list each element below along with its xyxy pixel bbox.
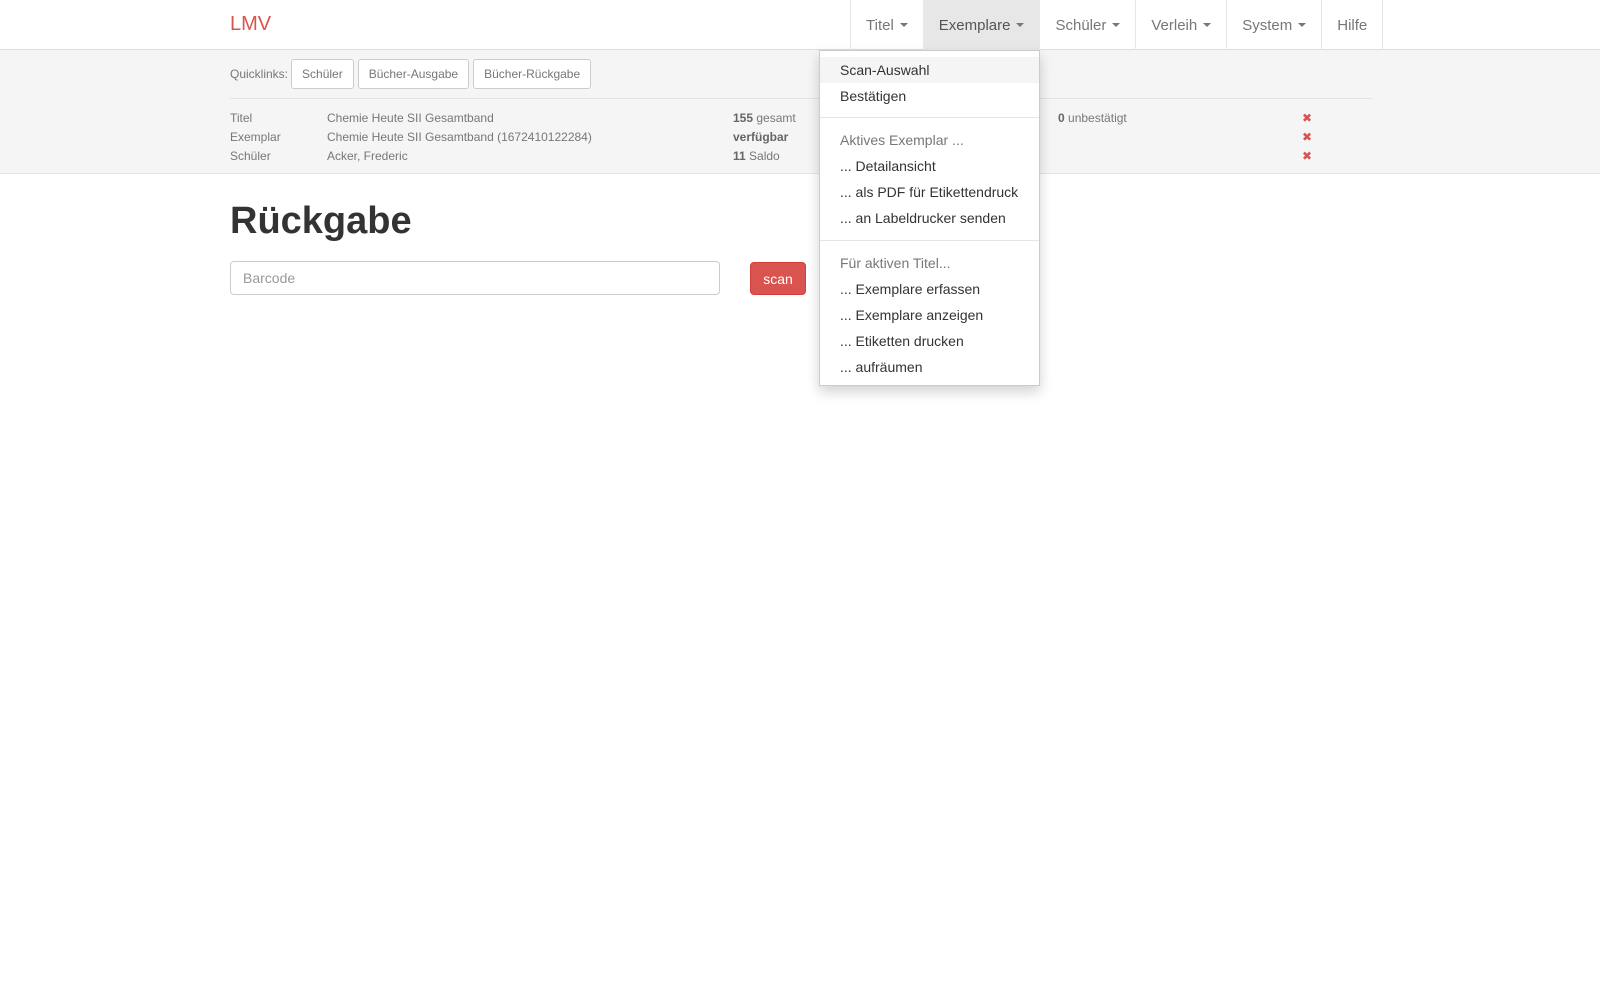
nav-label: Verleih [1151,16,1198,34]
menu-item-labeldrucker[interactable]: ... an Labeldrucker senden [820,205,1039,231]
menu-item-aufraeumen[interactable]: ... aufräumen [820,354,1039,380]
nav-label: Titel [866,16,894,34]
top-navbar: LMV Titel Exemplare Schüler Verleih Syst… [0,0,1600,50]
info-stat-unconfirmed: 0 unbestätigt [1058,111,1127,125]
info-row-titel: Titel Chemie Heute SII Gesamtband 155 ge… [0,111,1600,130]
caret-down-icon [1016,23,1025,27]
nav-label: Schüler [1055,16,1107,34]
nav-item-system[interactable]: System [1227,0,1323,50]
remove-schueler-icon[interactable]: ✖ [1302,149,1312,163]
quicklink-rueckgabe-button[interactable]: Bücher-Rückgabe [473,59,592,89]
nav-label: Hilfe [1337,16,1368,34]
info-label: Titel [230,111,253,125]
nav-item-hilfe[interactable]: Hilfe [1322,0,1384,50]
menu-divider [820,240,1039,241]
nav-label: System [1242,16,1293,34]
page-title: Rückgabe [230,200,412,242]
info-label: Schüler [230,149,271,163]
quicklinks: Quicklinks: Schüler Bücher-Ausgabe Büche… [230,59,595,89]
barcode-input[interactable] [230,261,720,295]
info-value: Chemie Heute SII Gesamtband [327,111,494,125]
menu-item-bestaetigen[interactable]: Bestätigen [820,83,1039,109]
info-value: Chemie Heute SII Gesamtband (16724101222… [327,130,592,144]
caret-down-icon [1298,23,1307,27]
remove-exemplar-icon[interactable]: ✖ [1302,130,1312,144]
menu-item-pdf-etikettendruck[interactable]: ... als PDF für Etikettendruck [820,179,1039,205]
caret-down-icon [899,23,908,27]
quicklinks-label: Quicklinks: [230,67,289,81]
caret-down-icon [1112,23,1121,27]
menu-item-exemplare-anzeigen[interactable]: ... Exemplare anzeigen [820,302,1039,328]
nav-item-exemplare[interactable]: Exemplare [923,0,1041,50]
info-stat: 155 gesamt [733,111,796,125]
menu-header-aktives-exemplar: Aktives Exemplar ... [840,132,964,148]
menu-item-scan-auswahl[interactable]: Scan-Auswahl [820,57,1039,83]
info-row-schueler: Schüler Acker, Frederic 11 Saldo ✖ [0,149,1600,168]
exemplare-dropdown-menu: Scan-Auswahl Bestätigen Aktives Exemplar… [819,50,1040,386]
nav-item-schueler[interactable]: Schüler [1040,0,1137,50]
menu-item-etiketten-drucken[interactable]: ... Etiketten drucken [820,328,1039,354]
nav-label: Exemplare [938,16,1011,34]
menu-divider [820,117,1039,118]
scan-button[interactable]: scan [750,262,806,295]
menu-header-aktiver-titel: Für aktiven Titel... [840,255,951,271]
quicklink-ausgabe-button[interactable]: Bücher-Ausgabe [357,59,470,89]
context-infobar: Quicklinks: Schüler Bücher-Ausgabe Büche… [0,50,1600,174]
main-nav: Titel Exemplare Schüler Verleih System H… [850,0,1384,50]
info-value: Acker, Frederic [327,149,408,163]
info-stat: 11 Saldo [733,149,780,163]
remove-titel-icon[interactable]: ✖ [1302,111,1312,125]
caret-down-icon [1203,23,1212,27]
nav-item-titel[interactable]: Titel [851,0,924,50]
quicklink-schueler-button[interactable]: Schüler [291,59,354,89]
info-stat: verfügbar [733,130,789,144]
brand-logo[interactable]: LMV [230,13,271,36]
nav-item-verleih[interactable]: Verleih [1136,0,1228,50]
info-label: Exemplar [230,130,281,144]
divider [230,98,1372,99]
menu-item-detailansicht[interactable]: ... Detailansicht [820,153,1039,179]
info-row-exemplar: Exemplar Chemie Heute SII Gesamtband (16… [0,130,1600,149]
menu-item-exemplare-erfassen[interactable]: ... Exemplare erfassen [820,276,1039,302]
